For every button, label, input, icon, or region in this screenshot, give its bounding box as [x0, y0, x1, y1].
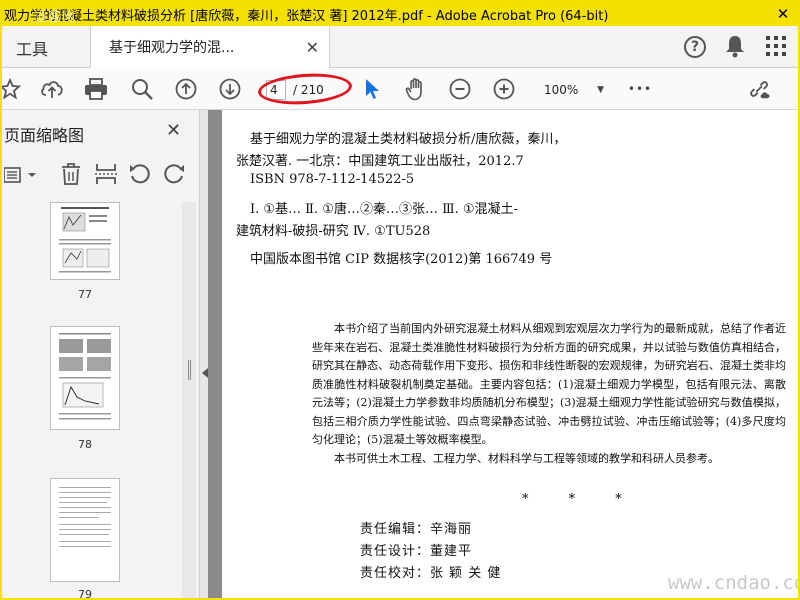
bell-icon[interactable] [724, 34, 746, 62]
scrollbar-grip[interactable] [188, 360, 191, 380]
thumbnail-options-icon[interactable] [3, 165, 40, 189]
thumbnail-scrollbar[interactable] [182, 202, 196, 598]
insert-page-icon[interactable] [94, 162, 118, 190]
panel-title: 页面缩略图 [4, 126, 85, 145]
cip-line: 基于细观力学的混凝土类材料破损分析/唐欣薇，秦川， [250, 132, 567, 147]
trash-icon[interactable] [60, 162, 82, 190]
window-title: 观力学的混凝土类材料破损分析 [唐欣薇，秦川，张楚汉 著] 2012年.pdf … [4, 8, 609, 24]
select-cursor-icon[interactable] [360, 77, 384, 101]
thumbnail-page[interactable] [50, 326, 120, 430]
section-divider: * * * [522, 492, 640, 507]
rotate-right-icon[interactable] [162, 162, 186, 190]
chevron-down-icon: ▼ [597, 85, 604, 95]
credit-line: 责任编辑：辛海丽 [360, 522, 473, 537]
thumbnail-page[interactable] [50, 202, 120, 280]
upload-cloud-icon[interactable] [40, 77, 64, 101]
share-link-icon[interactable] [748, 77, 772, 101]
document-view: 基于细观力学的混凝土类材料破损分析/唐欣薇，秦川， 张楚汉著. 一北京：中国建筑… [208, 110, 798, 598]
cip-line: ISBN 978-7-112-14522-5 [250, 172, 415, 187]
red-annotation-oval [257, 70, 353, 108]
cip-line: 建筑材料-破损-研究 Ⅳ. ①TU528 [236, 224, 431, 239]
search-icon[interactable] [130, 77, 154, 101]
zoom-level: 100% [544, 83, 579, 97]
main-toolbar: / 210 100% ▼ ••• [2, 68, 798, 110]
thumbnail-toolbar [2, 160, 199, 190]
thumbnails-panel: 页面缩略图 ✕ 77 78 79 [2, 110, 200, 600]
tab-tools[interactable]: 工具 [16, 36, 48, 60]
summary-paragraph: 本书介绍了当前国内外研究混凝土材料从细观到宏观层次力学行为的最新成就，总结了作者… [312, 322, 786, 446]
tab-document[interactable]: 基于细观力学的混... ✕ [90, 26, 330, 68]
previous-page-icon[interactable] [174, 77, 198, 101]
tab-bar: 工具 基于细观力学的混... ✕ ? [2, 26, 798, 68]
watermark-url: www.cndao.com [668, 572, 798, 594]
title-bar: 观力学的混凝土类材料破损分析 [唐欣薇，秦川，张楚汉 著] 2012年.pdf … [2, 2, 798, 26]
tab-document-label: 基于细观力学的混... [109, 40, 235, 56]
panel-splitter[interactable] [200, 110, 208, 598]
thumbnail-list: 77 78 79 [2, 202, 199, 600]
thumbnail-label: 78 [78, 438, 92, 451]
credit-line: 责任校对：张 颖 关 健 [360, 566, 502, 581]
cip-line: Ⅰ. ①基… Ⅱ. ①唐…②秦…③张… Ⅲ. ①混凝土- [250, 202, 518, 217]
help-icon[interactable]: ? [684, 36, 706, 58]
tab-close-button[interactable]: ✕ [306, 38, 319, 57]
watermark-text: 道客网 [34, 10, 77, 25]
window-close-button[interactable]: ✕ [768, 2, 798, 26]
apps-grid-icon[interactable] [766, 36, 786, 60]
thumbnail-label: 77 [78, 288, 92, 301]
cip-line: 中国版本图书馆 CIP 数据核字(2012)第 166749 号 [250, 252, 553, 267]
zoom-dropdown[interactable]: 100% ▼ [534, 79, 604, 101]
pdf-page: 基于细观力学的混凝土类材料破损分析/唐欣薇，秦川， 张楚汉著. 一北京：中国建筑… [222, 110, 798, 598]
print-icon[interactable] [84, 77, 108, 101]
credit-line: 责任设计：董建平 [360, 544, 473, 559]
next-page-icon[interactable] [218, 77, 242, 101]
more-tools-icon[interactable]: ••• [628, 77, 652, 101]
zoom-in-icon[interactable] [492, 77, 516, 101]
rotate-left-icon[interactable] [128, 162, 152, 190]
app-window: 观力学的混凝土类材料破损分析 [唐欣薇，秦川，张楚汉 著] 2012年.pdf … [0, 0, 800, 600]
panel-close-button[interactable]: ✕ [166, 120, 181, 141]
zoom-out-icon[interactable] [448, 77, 472, 101]
star-icon[interactable] [2, 77, 22, 101]
thumbnail-label: 79 [78, 588, 92, 600]
hand-tool-icon[interactable] [404, 77, 428, 101]
thumbnail-page[interactable] [50, 478, 120, 582]
book-summary: 本书介绍了当前国内外研究混凝土材料从细观到宏观层次力学行为的最新成就，总结了作者… [312, 320, 786, 468]
cip-line: 张楚汉著. 一北京：中国建筑工业出版社，2012.7 [236, 154, 524, 169]
summary-paragraph: 本书可供土木工程、工程力学、材料科学与工程等领域的教学和科研人员参考。 [334, 451, 719, 465]
